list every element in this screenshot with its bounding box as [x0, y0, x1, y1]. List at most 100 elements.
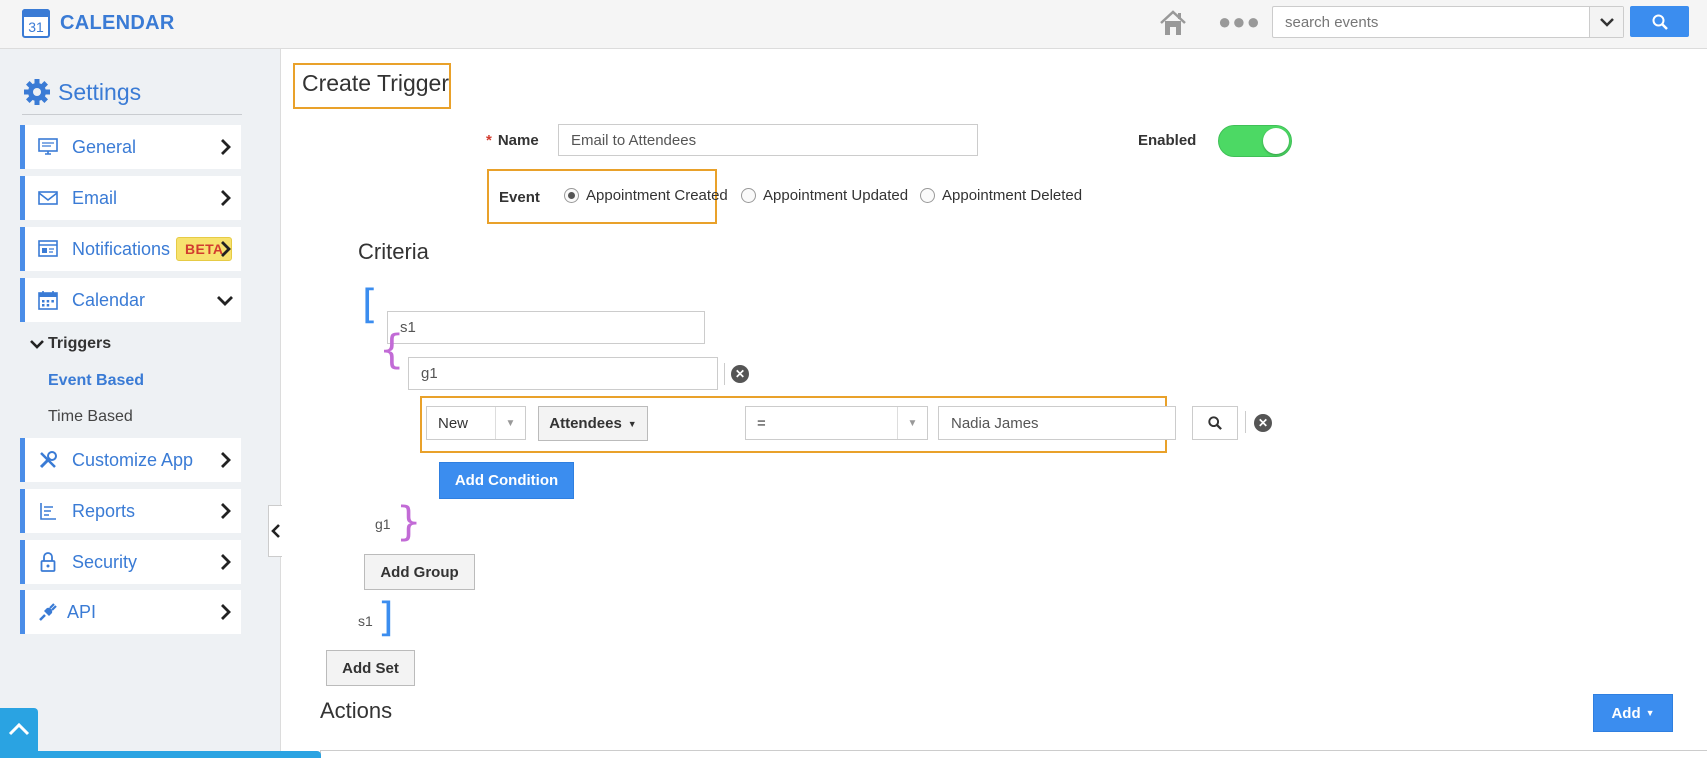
calendar-icon — [37, 289, 59, 311]
chevron-right-icon — [221, 452, 231, 468]
set-close-bracket: ] — [378, 595, 394, 641]
enabled-toggle[interactable] — [1218, 125, 1292, 157]
add-set-button[interactable]: Add Set — [326, 650, 415, 686]
condition-value-input[interactable]: Nadia James — [938, 406, 1176, 440]
sidebar-item-label: Notifications — [72, 238, 171, 259]
caret-down-icon: ▼ — [627, 418, 637, 429]
settings-title: Settings — [58, 78, 142, 105]
tree-item-event-based[interactable]: Event Based — [48, 372, 144, 390]
home-icon[interactable] — [1158, 8, 1188, 38]
event-label: Event — [499, 189, 540, 206]
condition-field-dropdown[interactable]: Attendees ▼ — [538, 406, 648, 441]
sidebar-item-label: Security — [72, 551, 138, 572]
actions-title: Actions — [320, 698, 393, 723]
select-value: New — [438, 414, 469, 432]
group-open-brace: { — [379, 327, 405, 373]
settings-sidebar: Settings General Email Notifications BET… — [0, 49, 282, 758]
set-end-label: s1 — [358, 613, 373, 629]
name-label-text: Name — [497, 132, 539, 149]
chevron-down-icon — [30, 340, 44, 349]
notification-icon — [37, 238, 59, 260]
name-label: * Name — [486, 132, 539, 149]
sidebar-item-security[interactable]: Security — [20, 540, 241, 584]
radio-dot — [920, 188, 935, 203]
set-name-input[interactable]: s1 — [387, 311, 705, 344]
sidebar-item-label: API — [67, 601, 97, 622]
sidebar-item-email[interactable]: Email — [20, 176, 241, 220]
group-name-input[interactable]: g1 — [408, 357, 718, 390]
sidebar-item-calendar[interactable]: Calendar — [20, 278, 241, 322]
search-button[interactable] — [1630, 6, 1689, 37]
sidebar-item-notifications[interactable]: Notifications BETA — [20, 227, 241, 271]
search-icon — [1652, 14, 1668, 30]
add-condition-button[interactable]: Add Condition — [439, 462, 574, 499]
gear-icon — [24, 79, 50, 105]
criteria-title: Criteria — [358, 239, 429, 264]
sidebar-item-reports[interactable]: Reports — [20, 489, 241, 533]
field-label: Attendees — [549, 415, 622, 432]
radio-appointment-deleted[interactable]: Appointment Deleted — [920, 187, 1082, 204]
remove-group-icon[interactable]: ✕ — [731, 365, 749, 383]
radio-dot — [741, 188, 756, 203]
condition-operator-select[interactable]: = ▼ — [745, 406, 928, 440]
settings-divider — [22, 114, 242, 115]
enabled-label: Enabled — [1138, 132, 1197, 149]
sidebar-item-label: General — [72, 136, 137, 157]
separator — [724, 363, 725, 385]
tree-item-time-based[interactable]: Time Based — [48, 408, 133, 426]
radio-dot — [564, 188, 579, 203]
remove-condition-icon[interactable]: ✕ — [1254, 414, 1272, 432]
actions-panel — [320, 750, 1707, 758]
tools-icon — [37, 449, 59, 471]
chevron-right-icon — [221, 241, 231, 257]
search-dropdown-button[interactable] — [1589, 7, 1623, 37]
search-box — [1272, 6, 1624, 38]
reports-icon — [37, 500, 59, 522]
set-open-bracket: [ — [362, 282, 378, 328]
chevron-right-icon — [221, 139, 231, 155]
chevron-down-icon — [217, 296, 233, 306]
plug-icon — [37, 601, 59, 623]
separator — [1245, 411, 1246, 433]
name-input[interactable]: Email to Attendees — [558, 124, 978, 156]
chevron-left-icon — [270, 524, 280, 538]
search-icon — [1208, 416, 1222, 430]
chevron-right-icon — [221, 604, 231, 620]
sidebar-item-label: Email — [72, 187, 118, 208]
chevron-up-icon — [8, 722, 30, 736]
group-close-brace: } — [396, 499, 422, 545]
radio-appointment-created[interactable]: Appointment Created — [564, 187, 728, 204]
condition-lookup-button[interactable] — [1192, 406, 1238, 440]
sidebar-item-general[interactable]: General — [20, 125, 241, 169]
calendar-logo-icon: 31 — [22, 9, 50, 38]
add-action-button[interactable]: Add ▼ — [1593, 694, 1673, 732]
sidebar-item-label: Reports — [72, 500, 136, 521]
condition-state-select[interactable]: New ▼ — [426, 406, 526, 440]
search-input[interactable] — [1273, 7, 1583, 37]
chevron-down-icon — [1599, 18, 1614, 27]
caret-down-icon: ▼ — [897, 407, 927, 439]
sidebar-item-api[interactable]: API — [20, 590, 241, 634]
tree-triggers[interactable]: Triggers — [30, 335, 111, 353]
sidebar-item-label: Customize App — [72, 449, 194, 470]
chevron-right-icon — [221, 503, 231, 519]
more-icon[interactable]: ●●● — [1218, 10, 1261, 34]
add-group-button[interactable]: Add Group — [364, 554, 475, 590]
sidebar-collapse-button[interactable] — [268, 505, 282, 557]
app-brand[interactable]: 31 CALENDAR — [22, 9, 175, 38]
radio-appointment-updated[interactable]: Appointment Updated — [741, 187, 908, 204]
monitor-icon — [37, 136, 59, 158]
select-value: = — [757, 414, 766, 432]
settings-heading: Settings — [22, 77, 141, 107]
top-bar: 31 CALENDAR ●●● — [0, 0, 1707, 49]
calendar-logo-day: 31 — [28, 19, 44, 35]
page-title: Create Trigger — [302, 70, 450, 96]
toggle-knob — [1263, 128, 1289, 154]
radio-label: Appointment Updated — [763, 187, 909, 204]
radio-label: Appointment Deleted — [942, 187, 1083, 204]
caret-down-icon: ▼ — [1645, 708, 1655, 718]
app-title: CALENDAR — [60, 12, 175, 34]
scroll-to-top-button[interactable] — [0, 708, 38, 758]
sidebar-item-customize-app[interactable]: Customize App — [20, 438, 241, 482]
radio-label: Appointment Created — [586, 187, 728, 204]
